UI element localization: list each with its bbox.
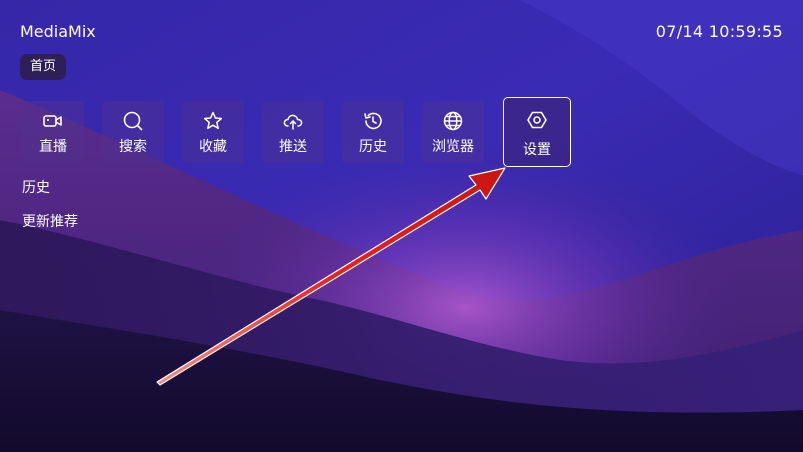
history-clock-icon: [362, 110, 384, 132]
menu-item-browser[interactable]: 浏览器: [422, 101, 484, 163]
menu-item-label: 推送: [279, 139, 307, 155]
section-history[interactable]: 历史: [22, 179, 50, 197]
menu-item-label: 设置: [523, 142, 551, 158]
star-icon: [202, 110, 224, 132]
globe-icon: [442, 110, 464, 132]
menu-item-label: 收藏: [199, 139, 227, 155]
menu-item-push[interactable]: 推送: [262, 101, 324, 163]
tab-home[interactable]: 首页: [20, 54, 67, 80]
wallpaper-background: [0, 0, 803, 452]
menu-item-label: 搜索: [119, 139, 147, 155]
section-recommended-updates[interactable]: 更新推荐: [22, 213, 78, 231]
menu-item-history[interactable]: 历史: [342, 101, 404, 163]
cloud-upload-icon: [282, 110, 304, 132]
search-icon: [122, 110, 144, 132]
menu-item-label: 直播: [39, 139, 67, 155]
menu-item-settings[interactable]: 设置: [503, 97, 571, 167]
video-camera-icon: [42, 110, 64, 132]
clock-display: 07/14 10:59:55: [655, 22, 783, 41]
menu-item-search[interactable]: 搜索: [102, 101, 164, 163]
hexagon-settings-icon: [526, 109, 548, 131]
menu-item-favorites[interactable]: 收藏: [182, 101, 244, 163]
menu-item-label: 历史: [359, 139, 387, 155]
menu-item-label: 浏览器: [432, 139, 474, 155]
app-title: MediaMix: [20, 22, 96, 41]
menu-item-live[interactable]: 直播: [22, 101, 84, 163]
